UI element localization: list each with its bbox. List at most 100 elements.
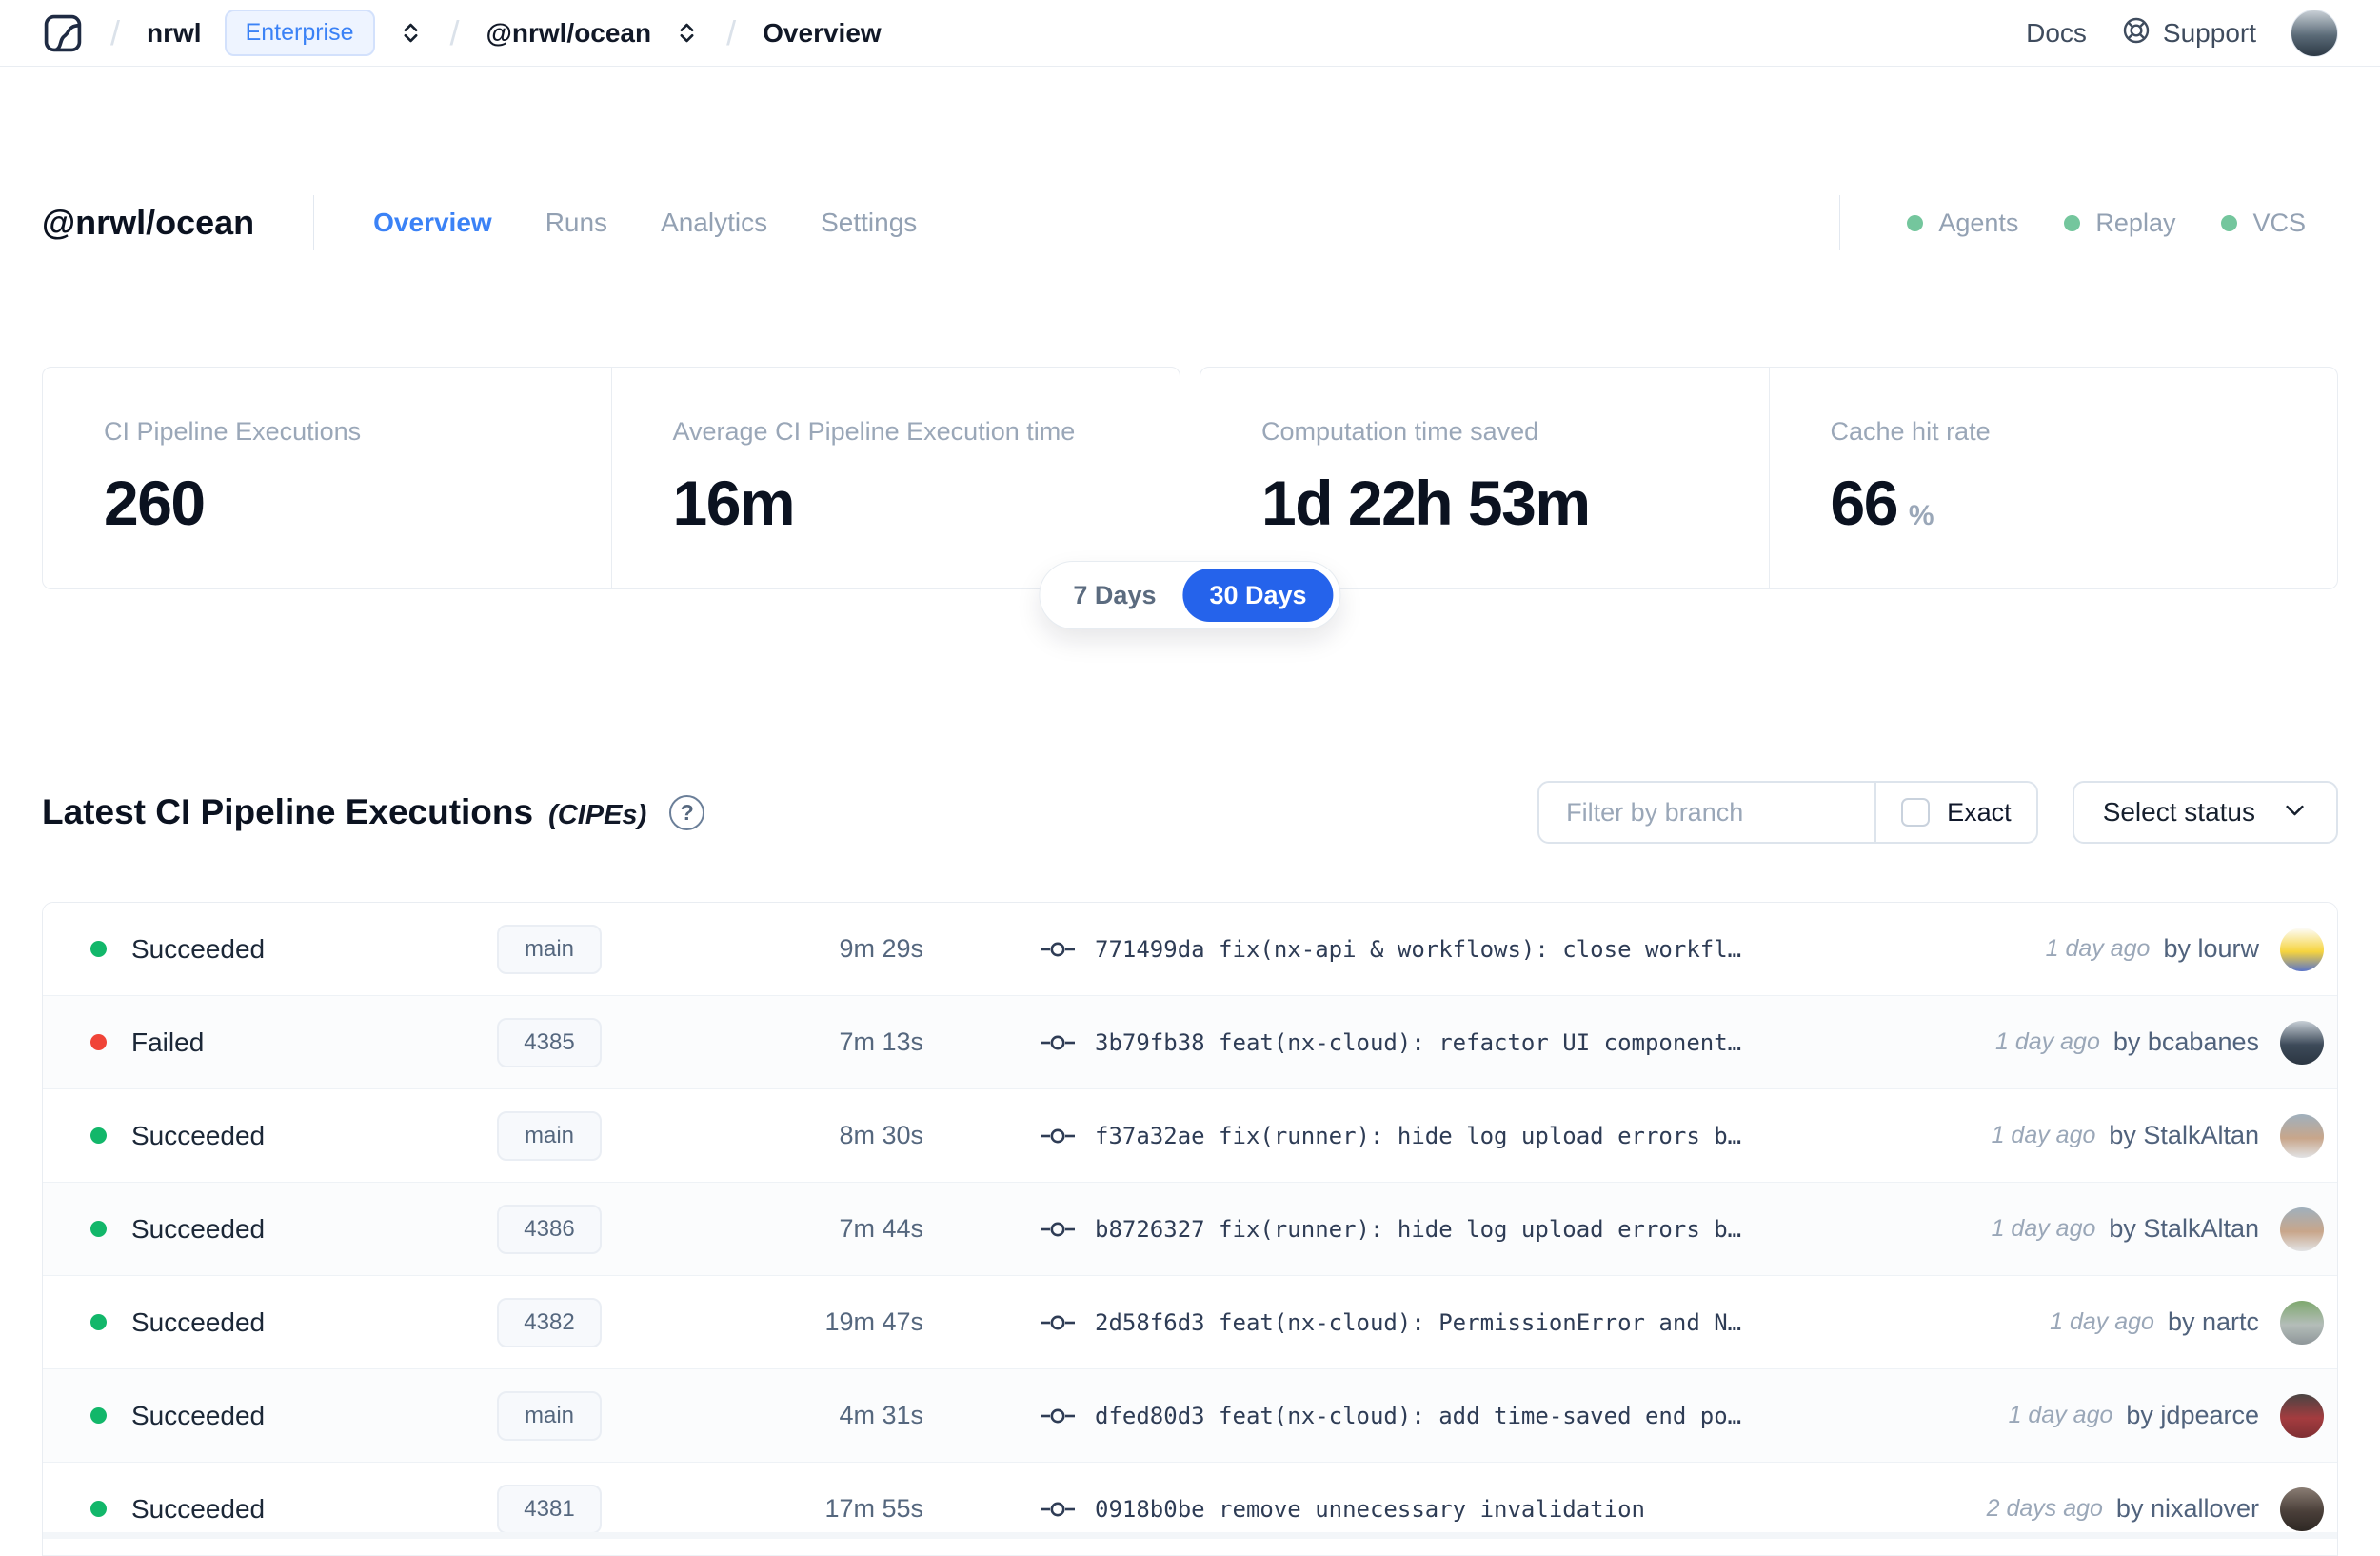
time-ago: 1 day ago	[2050, 1308, 2154, 1336]
cipe-section-header: Latest CI Pipeline Executions (CIPEs) ? …	[42, 781, 2338, 844]
table-row[interactable]: Succeeded 4381 17m 55s 0918b0be remove u…	[43, 1463, 2337, 1556]
breadcrumb-org[interactable]: nrwl	[147, 18, 202, 49]
status-vcs: VCS	[2221, 209, 2306, 238]
status-dot-icon	[90, 1221, 107, 1237]
table-row[interactable]: Succeeded 4386 7m 44s b8726327 fix(runne…	[43, 1183, 2337, 1276]
tab-overview[interactable]: Overview	[373, 208, 492, 238]
author-avatar	[2280, 1021, 2324, 1065]
range-7-days-button[interactable]: 7 Days	[1046, 569, 1182, 622]
breadcrumb-page: Overview	[763, 18, 882, 49]
git-commit-icon	[1038, 1405, 1078, 1427]
commit-message[interactable]: dfed80d3 feat(nx-cloud): add time-saved …	[1095, 1403, 1741, 1429]
git-commit-icon	[1038, 1031, 1078, 1054]
author-avatar	[2280, 928, 2324, 971]
cipe-table: Succeeded main 9m 29s 771499da fix(nx-ap…	[42, 902, 2338, 1556]
commit-message[interactable]: 771499da fix(nx-api & workflows): close …	[1095, 936, 1741, 963]
branch-badge[interactable]: 4382	[497, 1298, 602, 1347]
tab-settings[interactable]: Settings	[821, 208, 917, 238]
status-dot-icon	[90, 1034, 107, 1050]
commit-message[interactable]: f37a32ae fix(runner): hide log upload er…	[1095, 1123, 1741, 1149]
range-30-days-button[interactable]: 30 Days	[1182, 569, 1333, 622]
commit-message[interactable]: 2d58f6d3 feat(nx-cloud): PermissionError…	[1095, 1309, 1741, 1336]
stat-card-average-execution-time: Average CI Pipeline Execution time 16m	[611, 368, 1180, 588]
duration: 17m 55s	[630, 1494, 923, 1524]
status-label: Succeeded	[131, 1307, 390, 1338]
branch-badge[interactable]: main	[497, 925, 602, 974]
duration: 4m 31s	[630, 1401, 923, 1430]
author: by jdpearce	[2126, 1401, 2259, 1430]
workspace-title: @nrwl/ocean	[42, 203, 254, 243]
tab-runs[interactable]: Runs	[545, 208, 607, 238]
author-avatar	[2280, 1207, 2324, 1251]
docs-link[interactable]: Docs	[2026, 18, 2087, 49]
breadcrumb-divider: /	[446, 13, 464, 53]
table-row[interactable]: Succeeded main 4m 31s dfed80d3 feat(nx-c…	[43, 1369, 2337, 1463]
stat-value: 66	[1831, 468, 1897, 538]
time-ago: 1 day ago	[1992, 1122, 2096, 1149]
git-commit-icon	[1038, 1498, 1078, 1521]
stats-panel-right: Computation time saved 1d 22h 53m Cache …	[1200, 367, 2338, 589]
commit-message[interactable]: 3b79fb38 feat(nx-cloud): refactor UI com…	[1095, 1029, 1741, 1056]
commit-message[interactable]: 0918b0be remove unnecessary invalidation	[1095, 1496, 1645, 1523]
status-label: Succeeded	[131, 1214, 390, 1245]
status-dot-icon	[2064, 215, 2080, 231]
status-dot-icon	[90, 1127, 107, 1144]
tab-analytics[interactable]: Analytics	[661, 208, 767, 238]
stat-value: 1d 22h 53m	[1261, 468, 1590, 538]
author-avatar	[2280, 1114, 2324, 1158]
author: by bcabanes	[2113, 1027, 2259, 1057]
branch-filter-input[interactable]	[1539, 798, 1874, 828]
status-dot-icon	[90, 941, 107, 957]
divider	[313, 195, 314, 250]
table-row[interactable]: Succeeded main 8m 30s f37a32ae fix(runne…	[43, 1089, 2337, 1183]
support-link[interactable]: Support	[2121, 15, 2256, 50]
breadcrumb-workspace[interactable]: @nrwl/ocean	[486, 18, 652, 49]
status-select-dropdown[interactable]: Select status	[2073, 781, 2338, 844]
top-navbar: / nrwl Enterprise / @nrwl/ocean / Overvi…	[0, 0, 2380, 67]
chevron-down-icon	[2282, 797, 2308, 828]
table-row[interactable]: Succeeded 4382 19m 47s 2d58f6d3 feat(nx-…	[43, 1276, 2337, 1369]
nx-cloud-logo-icon[interactable]	[42, 12, 84, 54]
table-bottom-strip	[43, 1532, 2337, 1539]
exact-checkbox[interactable]	[1901, 798, 1930, 827]
status-dot-icon	[90, 1501, 107, 1517]
org-switcher-chevrons-icon[interactable]	[398, 20, 424, 46]
breadcrumb-divider: /	[723, 13, 740, 53]
table-row[interactable]: Succeeded main 9m 29s 771499da fix(nx-ap…	[43, 903, 2337, 996]
stat-value: 16m	[673, 468, 795, 538]
author: by StalkAltan	[2109, 1214, 2259, 1244]
time-ago: 1 day ago	[1995, 1028, 2100, 1056]
commit-message[interactable]: b8726327 fix(runner): hide log upload er…	[1095, 1216, 1741, 1243]
time-ago: 2 days ago	[1987, 1495, 2103, 1523]
time-ago: 1 day ago	[2046, 935, 2151, 963]
status-agents: Agents	[1907, 209, 2018, 238]
duration: 8m 30s	[630, 1121, 923, 1150]
stat-card-ci-pipeline-executions: CI Pipeline Executions 260	[43, 368, 611, 588]
status-dot-icon	[1907, 215, 1923, 231]
branch-badge[interactable]: 4386	[497, 1205, 602, 1254]
user-avatar[interactable]	[2291, 10, 2338, 57]
branch-badge[interactable]: 4385	[497, 1018, 602, 1067]
cipe-title-suffix: (CIPEs)	[548, 800, 646, 831]
status-label: Succeeded	[131, 934, 390, 965]
stats-panel-left: CI Pipeline Executions 260 Average CI Pi…	[42, 367, 1180, 589]
cipe-filters: Exact Select status	[1537, 781, 2338, 844]
help-icon[interactable]: ?	[669, 795, 704, 830]
branch-badge[interactable]: main	[497, 1391, 602, 1441]
stat-value: 260	[104, 468, 205, 538]
lifebuoy-icon	[2121, 15, 2152, 50]
workspace-tabs: Overview Runs Analytics Settings	[373, 208, 917, 238]
stat-card-computation-time-saved: Computation time saved 1d 22h 53m	[1200, 368, 1769, 588]
workspace-switcher-chevrons-icon[interactable]	[674, 20, 700, 46]
git-commit-icon	[1038, 1125, 1078, 1147]
cipe-title: Latest CI Pipeline Executions	[42, 792, 533, 832]
date-range-toggle: 7 Days 30 Days	[1039, 561, 1340, 629]
status-replay: Replay	[2064, 209, 2175, 238]
branch-badge[interactable]: 4381	[497, 1485, 602, 1534]
status-dot-icon	[90, 1407, 107, 1424]
breadcrumb-divider: /	[107, 13, 124, 53]
table-row[interactable]: Failed 4385 7m 13s 3b79fb38 feat(nx-clou…	[43, 996, 2337, 1089]
git-commit-icon	[1038, 938, 1078, 961]
exact-toggle[interactable]: Exact	[1874, 783, 2036, 842]
branch-badge[interactable]: main	[497, 1111, 602, 1161]
